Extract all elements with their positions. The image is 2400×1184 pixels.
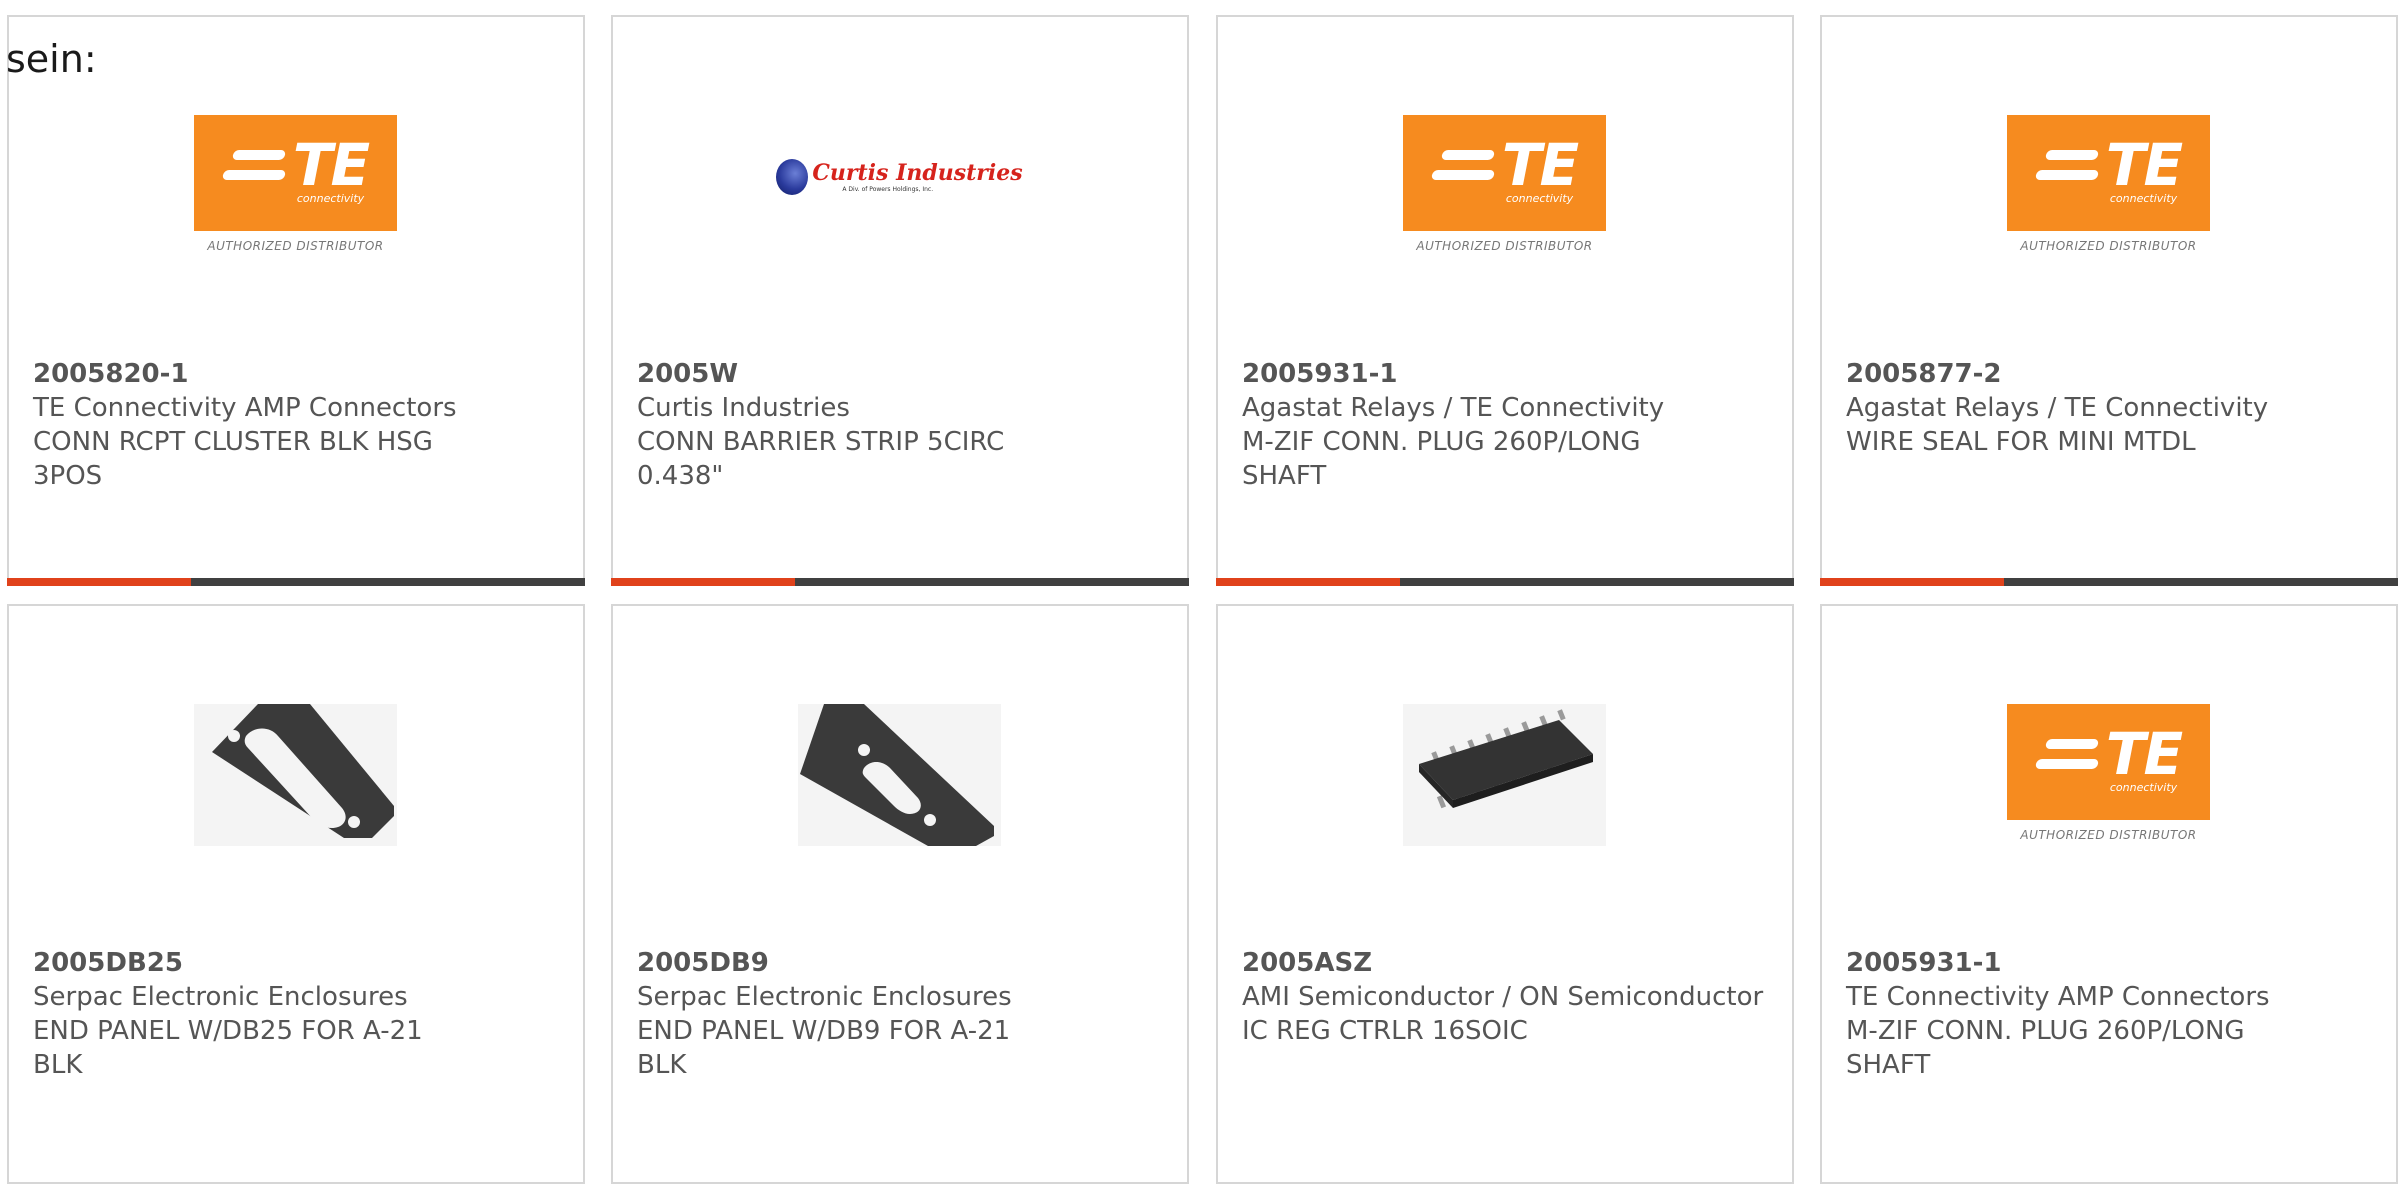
- product-card[interactable]: TE connectivity AUTHORIZED DISTRIBUTOR 2…: [1216, 15, 1794, 586]
- manufacturer: Agastat Relays / TE Connectivity: [1846, 393, 2269, 423]
- description: IC REG CTRLR 16SOIC: [1242, 1016, 1528, 1046]
- db25-end-panel-icon: [194, 704, 397, 846]
- manufacturer: Serpac Electronic Enclosures: [33, 982, 408, 1012]
- db9-end-panel-image: [798, 704, 1001, 846]
- db9-end-panel-icon: [798, 704, 1001, 846]
- part-number[interactable]: 2005820-1: [33, 357, 559, 391]
- card-bottom-bar: [611, 578, 1189, 586]
- te-logo-box: TE connectivity: [2007, 115, 2210, 231]
- te-logo-tagline: AUTHORIZED DISTRIBUTOR: [207, 239, 384, 253]
- part-number[interactable]: 2005931-1: [1846, 946, 2372, 980]
- manufacturer: AMI Semiconductor / ON Semiconductor: [1242, 982, 1764, 1012]
- description: M-ZIF CONN. PLUG 260P/LONG SHAFT: [1242, 427, 1641, 491]
- te-logo-letters: TE: [2105, 719, 2183, 788]
- description: END PANEL W/DB9 FOR A-21 BLK: [637, 1016, 1011, 1080]
- part-number[interactable]: 2005DB9: [637, 946, 1163, 980]
- te-logo-box: TE connectivity: [1403, 115, 1606, 231]
- curtis-industries-logo: Curtis Industries A Div. of Powers Holdi…: [776, 115, 1023, 257]
- te-logo-box: TE connectivity: [194, 115, 397, 231]
- te-logo-subtext: connectivity: [2109, 191, 2178, 205]
- product-card[interactable]: 2005DB9 Serpac Electronic Enclosures END…: [611, 604, 1189, 1184]
- part-number[interactable]: 2005W: [637, 357, 1163, 391]
- soic16-chip-image: [1403, 704, 1606, 846]
- te-logo-tagline: AUTHORIZED DISTRIBUTOR: [2020, 828, 2197, 842]
- product-card[interactable]: 2005DB25 Serpac Electronic Enclosures EN…: [7, 604, 585, 1184]
- description: END PANEL W/DB25 FOR A-21 BLK: [33, 1016, 423, 1080]
- te-logo-box: TE connectivity: [2007, 704, 2210, 820]
- te-connectivity-logo: TE connectivity AUTHORIZED DISTRIBUTOR: [1403, 115, 1606, 257]
- part-number[interactable]: 2005ASZ: [1242, 946, 1768, 980]
- product-card[interactable]: TE connectivity AUTHORIZED DISTRIBUTOR 2…: [1820, 15, 2398, 586]
- card-bottom-bar: [1820, 578, 2398, 586]
- product-card[interactable]: TE connectivity AUTHORIZED DISTRIBUTOR 2…: [7, 15, 585, 586]
- product-card[interactable]: Curtis Industries A Div. of Powers Holdi…: [611, 15, 1189, 586]
- te-logo-letters: TE: [2105, 130, 2183, 199]
- card-bottom-bar: [7, 578, 585, 586]
- te-logo-subtext: connectivity: [1505, 191, 1574, 205]
- curtis-logo-subtext: A Div. of Powers Holdings, Inc.: [842, 185, 934, 193]
- product-card[interactable]: 2005ASZ AMI Semiconductor / ON Semicondu…: [1216, 604, 1794, 1184]
- product-card[interactable]: TE connectivity AUTHORIZED DISTRIBUTOR 2…: [1820, 604, 2398, 1184]
- part-number[interactable]: 2005DB25: [33, 946, 559, 980]
- part-number[interactable]: 2005931-1: [1242, 357, 1768, 391]
- manufacturer: Agastat Relays / TE Connectivity: [1242, 393, 1665, 423]
- soic16-chip-icon: [1403, 704, 1606, 846]
- part-number[interactable]: 2005877-2: [1846, 357, 2372, 391]
- te-logo-tagline: AUTHORIZED DISTRIBUTOR: [2020, 239, 2197, 253]
- description: M-ZIF CONN. PLUG 260P/LONG SHAFT: [1846, 1016, 2245, 1080]
- description: CONN BARRIER STRIP 5CIRC 0.438": [637, 427, 1005, 491]
- manufacturer: Curtis Industries: [637, 393, 850, 423]
- card-bottom-bar: [1216, 578, 1794, 586]
- description: CONN RCPT CLUSTER BLK HSG 3POS: [33, 427, 433, 491]
- manufacturer: TE Connectivity AMP Connectors: [1846, 982, 2270, 1012]
- globe-icon: [776, 159, 809, 195]
- description: WIRE SEAL FOR MINI MTDL: [1846, 427, 2196, 457]
- te-logo-letters: TE: [292, 130, 370, 199]
- curtis-logo-name: Curtis Industries: [812, 159, 1023, 186]
- te-logo-letters: TE: [1501, 130, 1579, 199]
- manufacturer: Serpac Electronic Enclosures: [637, 982, 1012, 1012]
- te-logo-tagline: AUTHORIZED DISTRIBUTOR: [1416, 239, 1593, 253]
- te-connectivity-logo: TE connectivity AUTHORIZED DISTRIBUTOR: [2007, 704, 2210, 846]
- manufacturer: TE Connectivity AMP Connectors: [33, 393, 457, 423]
- leading-text: sein:: [6, 37, 97, 81]
- db25-end-panel-image: [194, 704, 397, 846]
- te-connectivity-logo: TE connectivity AUTHORIZED DISTRIBUTOR: [194, 115, 397, 257]
- te-logo-subtext: connectivity: [296, 191, 365, 205]
- te-logo-subtext: connectivity: [2109, 780, 2178, 794]
- te-connectivity-logo: TE connectivity AUTHORIZED DISTRIBUTOR: [2007, 115, 2210, 257]
